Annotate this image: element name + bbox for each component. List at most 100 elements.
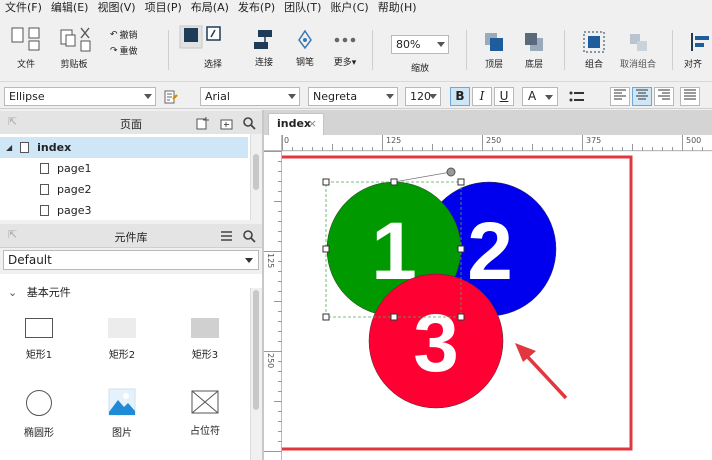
chevron-down-icon bbox=[288, 94, 296, 99]
font-weight-value: Negreta bbox=[313, 90, 358, 103]
ruler-label: 0 bbox=[284, 136, 290, 145]
font-weight-select[interactable]: Negreta bbox=[308, 87, 398, 106]
clipboard-button[interactable]: 剪贴板 bbox=[52, 26, 96, 70]
menu-help[interactable]: 帮助(H) bbox=[373, 1, 421, 15]
scrollbar-thumb[interactable] bbox=[253, 154, 259, 190]
font-size-select[interactable]: 120 bbox=[405, 87, 441, 106]
font-family-select[interactable]: Arial bbox=[200, 87, 300, 106]
close-icon[interactable]: × bbox=[308, 114, 317, 134]
menu-view[interactable]: 视图(V) bbox=[92, 1, 139, 15]
more-button[interactable]: 更多▾ bbox=[326, 28, 364, 68]
send-to-back-icon bbox=[525, 33, 543, 51]
chevron-down-icon bbox=[386, 94, 394, 99]
connect-button[interactable]: 连接 bbox=[246, 28, 282, 68]
widget-rectangle-1[interactable]: 矩形1 bbox=[9, 318, 69, 361]
image-icon bbox=[108, 388, 136, 416]
bold-button[interactable]: B bbox=[450, 87, 470, 106]
page-item-page3[interactable]: page3 bbox=[0, 200, 248, 221]
undo-button[interactable]: ↶ 撤销 bbox=[110, 28, 138, 42]
scrollbar-thumb[interactable] bbox=[253, 290, 259, 410]
select-button[interactable]: 选择 bbox=[176, 24, 224, 74]
italic-button[interactable]: I bbox=[472, 87, 492, 106]
bullet-list-icon[interactable] bbox=[568, 90, 586, 104]
widget-rectangle-2[interactable]: 矩形2 bbox=[92, 318, 152, 361]
rectangle-icon bbox=[25, 318, 53, 338]
toolbar-separator bbox=[466, 30, 467, 70]
zoom-select[interactable]: 80% bbox=[391, 35, 449, 54]
align-center-button[interactable] bbox=[632, 87, 652, 106]
redo-button[interactable]: ↷ 重做 bbox=[110, 44, 138, 58]
add-page-icon[interactable] bbox=[196, 117, 210, 130]
page-icon bbox=[40, 184, 49, 195]
ruler-label: 500 bbox=[686, 136, 702, 145]
page-item-page1[interactable]: page1 bbox=[0, 158, 248, 179]
menu-account[interactable]: 账户(C) bbox=[325, 1, 372, 15]
menu-project[interactable]: 项目(P) bbox=[140, 1, 186, 15]
menu-icon[interactable] bbox=[220, 230, 233, 242]
file-button[interactable]: 文件 bbox=[6, 26, 46, 70]
page-item-page2[interactable]: page2 bbox=[0, 179, 248, 200]
page-label: page3 bbox=[57, 204, 92, 217]
align-right-button[interactable] bbox=[654, 87, 674, 106]
undo-icon: ↶ bbox=[110, 29, 118, 40]
align-button[interactable]: 对齐 bbox=[684, 30, 712, 70]
align-icon bbox=[691, 33, 709, 51]
menu-team[interactable]: 团队(T) bbox=[279, 1, 325, 15]
circle-2-label: 2 bbox=[467, 206, 513, 297]
widget-ellipse[interactable]: 椭圆形 bbox=[9, 390, 69, 439]
pages-scrollbar[interactable] bbox=[250, 134, 262, 220]
tab-index[interactable]: index × bbox=[268, 113, 324, 135]
canvas-tabbar: index × bbox=[264, 110, 712, 135]
ungroup-button[interactable]: 取消组合 bbox=[616, 30, 660, 70]
font-size-value: 120 bbox=[410, 90, 431, 103]
circle-3[interactable]: 3 bbox=[368, 273, 504, 409]
expand-arrow-icon[interactable]: ◢ bbox=[6, 143, 12, 152]
widget-placeholder[interactable]: 占位符 bbox=[175, 390, 235, 437]
page-label: page1 bbox=[57, 162, 92, 175]
select-label: 选择 bbox=[203, 60, 222, 70]
zoom-value: 80% bbox=[396, 38, 421, 51]
shape-style-select[interactable]: Ellipse bbox=[4, 87, 156, 106]
menu-layout[interactable]: 布局(A) bbox=[186, 1, 233, 15]
page-item-index[interactable]: ◢ index bbox=[0, 137, 248, 158]
font-color-label: A bbox=[528, 89, 537, 103]
edit-style-icon[interactable] bbox=[164, 90, 178, 104]
select-mode-icon bbox=[179, 25, 221, 49]
ruler-label: 125 bbox=[386, 136, 402, 145]
menu-file[interactable]: 文件(F) bbox=[0, 1, 46, 15]
pen-button[interactable]: 钢笔 bbox=[288, 28, 322, 68]
add-folder-icon[interactable] bbox=[220, 117, 234, 130]
font-color-button[interactable]: A bbox=[522, 87, 558, 106]
library-scrollbar[interactable] bbox=[250, 288, 262, 460]
bring-to-front-button[interactable]: 顶层 bbox=[478, 30, 510, 70]
widget-section-header[interactable]: ⌄ 基本元件 bbox=[8, 284, 71, 300]
design-canvas[interactable]: 2 1 3 bbox=[282, 152, 712, 460]
library-select[interactable]: Default bbox=[3, 250, 259, 270]
zoom-dropdown-icon bbox=[437, 42, 445, 47]
align-left-button[interactable] bbox=[610, 87, 630, 106]
chevron-down-icon bbox=[429, 94, 437, 99]
underline-button[interactable]: U bbox=[494, 87, 514, 106]
widget-rectangle-3[interactable]: 矩形3 bbox=[175, 318, 235, 361]
connect-label: 连接 bbox=[254, 58, 273, 68]
align-justify-button[interactable] bbox=[680, 87, 700, 106]
align-justify-icon bbox=[684, 89, 696, 100]
redo-label: 重做 bbox=[119, 47, 138, 57]
bottom-label: 底层 bbox=[524, 60, 543, 70]
rotate-handle[interactable] bbox=[446, 167, 456, 177]
ruler-label: 250 bbox=[266, 353, 275, 369]
pages-tree: ◢ index page1 page2 page3 bbox=[0, 134, 262, 220]
file-label: 文件 bbox=[16, 60, 35, 70]
menu-edit[interactable]: 编辑(E) bbox=[46, 1, 93, 15]
search-icon[interactable] bbox=[242, 229, 256, 243]
ruler-ticks bbox=[264, 151, 282, 452]
group-button[interactable]: 组合 bbox=[578, 30, 610, 70]
menu-publish[interactable]: 发布(P) bbox=[233, 1, 279, 15]
more-dots-icon bbox=[334, 37, 356, 43]
canvas-drawing: 2 1 3 bbox=[282, 155, 633, 451]
widget-image[interactable]: 图片 bbox=[92, 388, 152, 439]
horizontal-ruler: 0 125 250 375 500 bbox=[282, 135, 712, 151]
font-family-value: Arial bbox=[205, 90, 230, 103]
send-to-back-button[interactable]: 底层 bbox=[518, 30, 550, 70]
search-icon[interactable] bbox=[242, 116, 256, 130]
